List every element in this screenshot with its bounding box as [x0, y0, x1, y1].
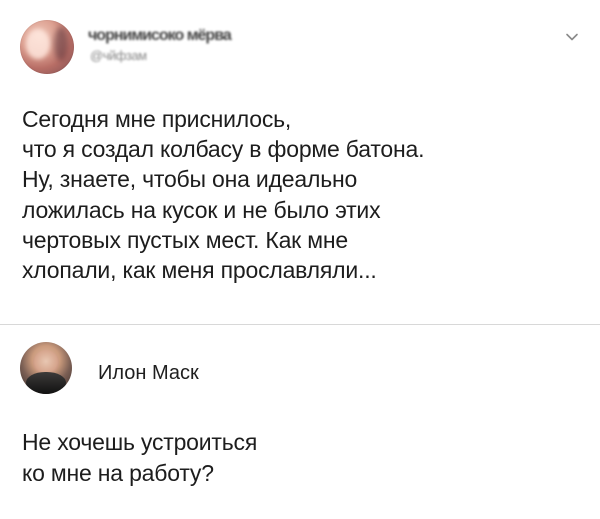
redacted-author-handle: @чйфзам [90, 48, 147, 63]
tweet-text-line: чертовых пустых мест. Как мне [22, 226, 348, 253]
redacted-author-name: чорнимисоко мёрва [88, 27, 232, 44]
tweet-text-line: хлопали, как меня прославляли... [22, 257, 377, 284]
tweet-header: чорнимисоко мёрва @чйфзам [20, 20, 580, 76]
reply-text-line: Не хочешь устроиться [22, 429, 258, 455]
tweet-text-line: что я создал колбасу в форме батона. [22, 136, 425, 163]
tweet-text: Сегодня мне приснилось, что я создал кол… [22, 104, 562, 285]
tweet-text-line: ложилась на кусок и не было этих [22, 196, 381, 223]
reply-text: Не хочешь устроиться ко мне на работу? [22, 427, 442, 489]
tweet-screenshot: чорнимисоко мёрва @чйфзам Сегодня мне пр… [0, 0, 600, 519]
tweet-text-line: Сегодня мне приснилось, [22, 106, 292, 132]
author-avatar[interactable] [20, 20, 74, 74]
reply-author-avatar[interactable] [20, 342, 72, 394]
original-tweet: чорнимисоко мёрва @чйфзам Сегодня мне пр… [0, 0, 600, 330]
reply-tweet: Илон Маск Не хочешь устроиться ко мне на… [0, 325, 600, 519]
chevron-down-icon[interactable] [564, 29, 580, 45]
reply-header: Илон Маск [20, 342, 320, 398]
tweet-text-line: Ну, знаете, чтобы она идеально [22, 166, 358, 193]
reply-author-name[interactable]: Илон Маск [98, 362, 199, 384]
reply-text-line: ко мне на работу? [22, 460, 214, 486]
author-info: чорнимисоко мёрва @чйфзам [88, 28, 308, 68]
